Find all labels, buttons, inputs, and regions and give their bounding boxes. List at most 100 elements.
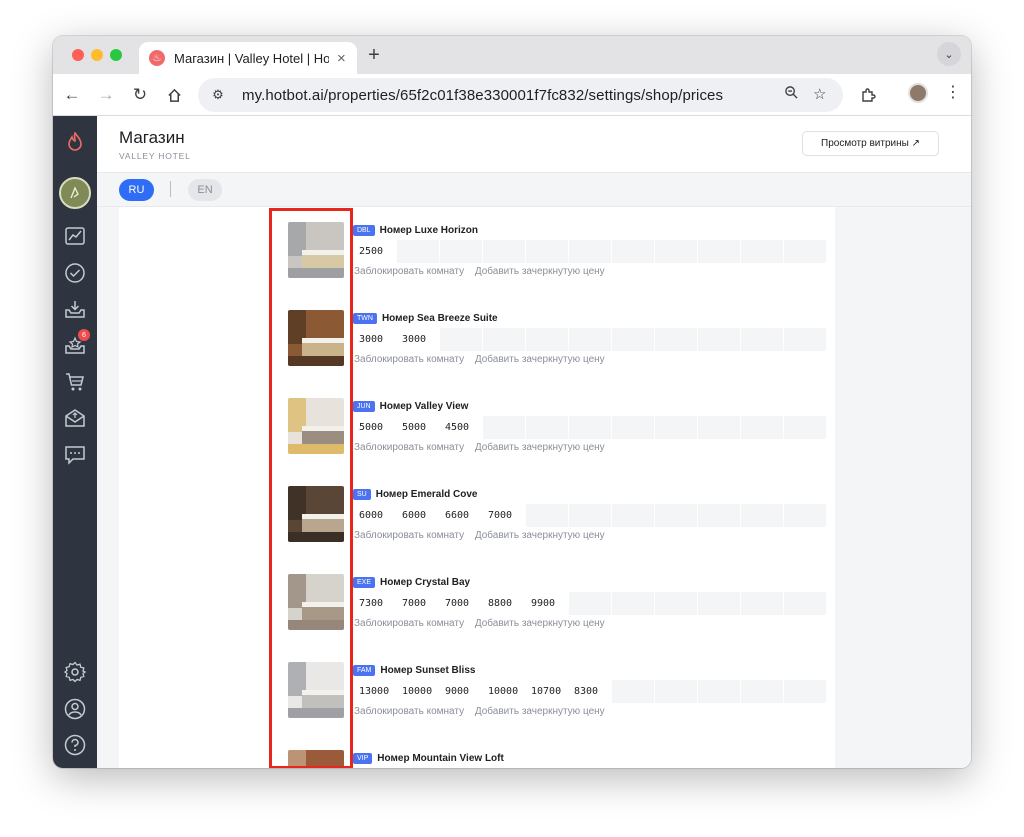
price-input[interactable] [483, 328, 525, 351]
price-input[interactable]: 6000 [354, 504, 396, 527]
lang-ru-tab[interactable]: RU [119, 179, 154, 201]
price-input[interactable] [784, 680, 826, 703]
help-question-icon[interactable] [63, 733, 87, 757]
address-bar[interactable]: ⚙ my.hotbot.ai/properties/65f2c01f38e330… [198, 78, 843, 112]
price-input[interactable] [483, 416, 525, 439]
price-input[interactable] [569, 240, 611, 263]
price-input[interactable] [397, 240, 439, 263]
price-input[interactable] [569, 328, 611, 351]
forward-icon[interactable]: → [95, 84, 117, 106]
browser-menu-icon[interactable]: ⋮ [945, 82, 961, 102]
price-input[interactable] [698, 240, 740, 263]
price-input[interactable]: 7300 [354, 592, 396, 615]
price-input[interactable] [440, 240, 482, 263]
price-input[interactable] [526, 416, 568, 439]
mail-upload-icon[interactable] [63, 406, 87, 430]
price-input[interactable] [569, 504, 611, 527]
price-input[interactable] [612, 328, 654, 351]
close-tab-icon[interactable]: × [337, 50, 346, 67]
new-tab-icon[interactable]: + [363, 44, 385, 67]
price-input[interactable]: 13000 [354, 680, 396, 703]
add-strike-price-link[interactable]: Добавить зачеркнутую цену [475, 618, 605, 629]
price-input[interactable] [655, 328, 697, 351]
price-input[interactable]: 2500 [354, 240, 396, 263]
add-strike-price-link[interactable]: Добавить зачеркнутую цену [475, 354, 605, 365]
price-input[interactable] [698, 680, 740, 703]
shop-cart-icon[interactable] [63, 370, 87, 394]
price-input[interactable] [698, 328, 740, 351]
inbox-download-icon[interactable] [63, 297, 87, 321]
price-input[interactable] [612, 592, 654, 615]
hotbot-logo-icon[interactable] [63, 130, 87, 154]
price-input[interactable]: 7000 [483, 504, 525, 527]
price-input[interactable]: 8300 [569, 680, 611, 703]
block-room-link[interactable]: Заблокировать комнату [354, 706, 464, 717]
tab-search-icon[interactable]: ⌄ [937, 42, 961, 66]
price-input[interactable] [784, 592, 826, 615]
add-strike-price-link[interactable]: Добавить зачеркнутую цену [475, 706, 605, 717]
add-strike-price-link[interactable]: Добавить зачеркнутую цену [475, 530, 605, 541]
close-window-button[interactable] [72, 49, 84, 61]
reviews-stars-icon[interactable]: 6 [63, 329, 90, 357]
maximize-window-button[interactable] [110, 49, 122, 61]
price-input[interactable] [741, 504, 783, 527]
price-input[interactable] [569, 416, 611, 439]
price-input[interactable] [655, 504, 697, 527]
price-input[interactable]: 10000 [483, 680, 525, 703]
analytics-icon[interactable] [63, 224, 87, 248]
site-settings-icon[interactable]: ⚙ [208, 87, 228, 103]
price-input[interactable] [612, 504, 654, 527]
price-input[interactable] [784, 416, 826, 439]
price-input[interactable] [612, 240, 654, 263]
price-input[interactable] [741, 416, 783, 439]
home-icon[interactable] [163, 84, 185, 106]
price-input[interactable] [784, 328, 826, 351]
price-input[interactable] [784, 504, 826, 527]
block-room-link[interactable]: Заблокировать комнату [354, 442, 464, 453]
block-room-link[interactable]: Заблокировать комнату [354, 530, 464, 541]
settings-gear-icon[interactable] [63, 660, 87, 684]
bookmark-star-icon[interactable]: ☆ [813, 85, 826, 103]
price-input[interactable] [741, 592, 783, 615]
price-input[interactable] [612, 416, 654, 439]
room-photo[interactable] [288, 750, 344, 768]
price-input[interactable] [698, 416, 740, 439]
price-input[interactable] [655, 240, 697, 263]
price-input[interactable]: 5000 [397, 416, 439, 439]
block-room-link[interactable]: Заблокировать комнату [354, 618, 464, 629]
price-input[interactable] [569, 592, 611, 615]
add-strike-price-link[interactable]: Добавить зачеркнутую цену [475, 266, 605, 277]
room-photo[interactable] [288, 574, 344, 630]
price-input[interactable] [698, 592, 740, 615]
profile-avatar[interactable] [908, 83, 928, 103]
price-input[interactable] [483, 240, 525, 263]
price-input[interactable] [655, 680, 697, 703]
price-input[interactable] [526, 504, 568, 527]
minimize-window-button[interactable] [91, 49, 103, 61]
user-profile-icon[interactable] [63, 697, 87, 721]
reload-icon[interactable]: ↻ [129, 84, 151, 106]
price-input[interactable]: 4500 [440, 416, 482, 439]
price-input[interactable] [612, 680, 654, 703]
hotel-avatar[interactable] [59, 177, 91, 209]
price-input[interactable]: 7000 [440, 592, 482, 615]
price-input[interactable]: 9000 [440, 680, 482, 703]
price-input[interactable] [741, 680, 783, 703]
price-input[interactable]: 8800 [483, 592, 525, 615]
price-input[interactable]: 3000 [397, 328, 439, 351]
price-input[interactable] [741, 328, 783, 351]
price-input[interactable]: 7000 [397, 592, 439, 615]
price-input[interactable] [526, 240, 568, 263]
lang-en-tab[interactable]: EN [188, 179, 222, 201]
price-input[interactable]: 10700 [526, 680, 568, 703]
price-input[interactable]: 6000 [397, 504, 439, 527]
price-input[interactable] [784, 240, 826, 263]
back-icon[interactable]: ← [61, 84, 83, 106]
room-photo[interactable] [288, 222, 344, 278]
block-room-link[interactable]: Заблокировать комнату [354, 354, 464, 365]
price-input[interactable]: 5000 [354, 416, 396, 439]
price-input[interactable] [440, 328, 482, 351]
price-input[interactable]: 3000 [354, 328, 396, 351]
price-input[interactable] [655, 416, 697, 439]
price-input[interactable] [741, 240, 783, 263]
